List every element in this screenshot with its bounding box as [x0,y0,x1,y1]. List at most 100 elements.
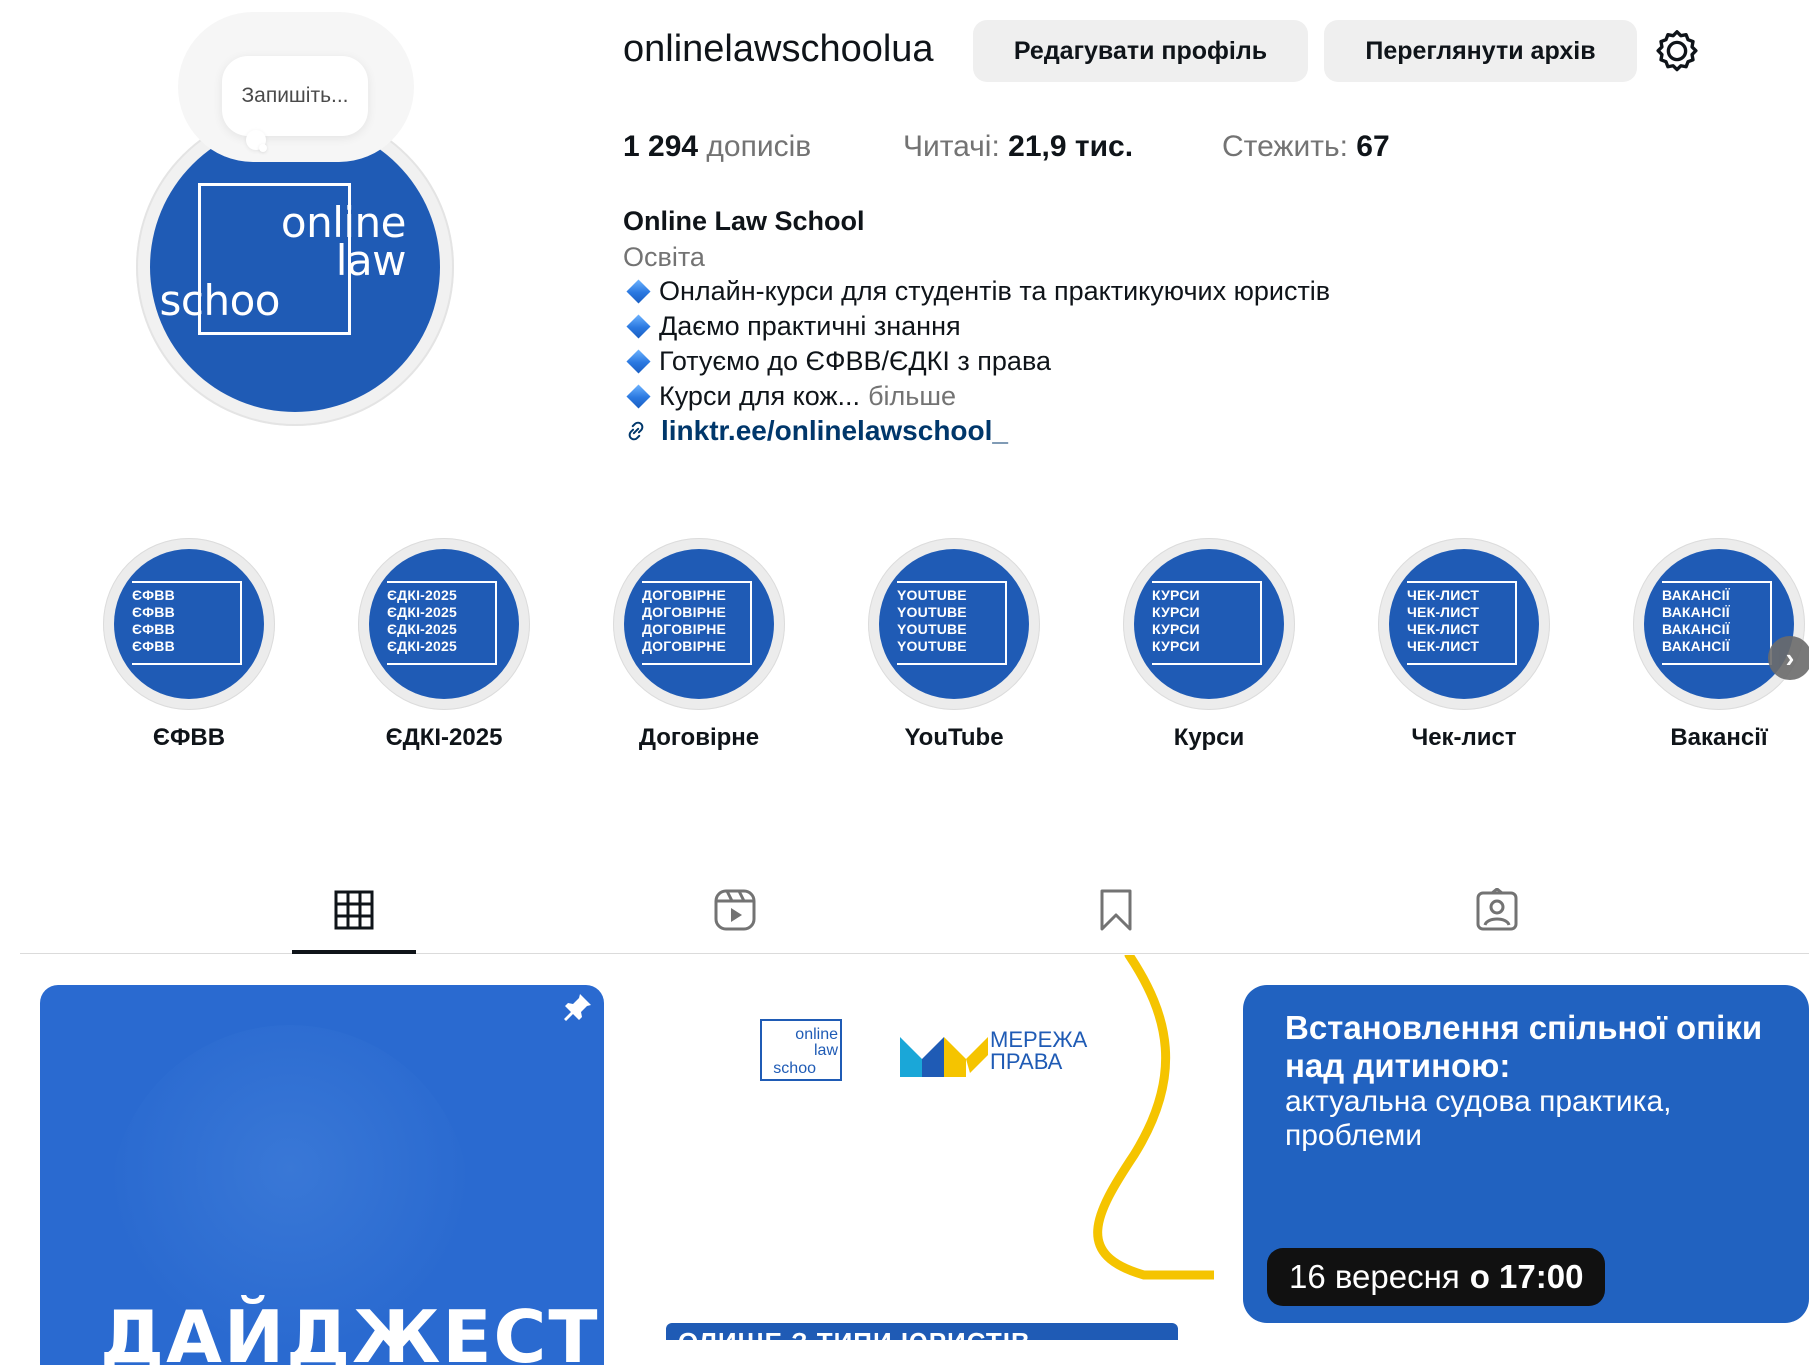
partner-name-line: ПРАВА [990,1049,1063,1074]
chevron-right-icon: › [1785,642,1795,673]
avatar[interactable]: online law schoo [150,122,440,412]
highlight-kursy[interactable]: КУРСИ КУРСИ КУРСИ КУРСИ Курси [1119,538,1299,752]
bio-line: Онлайн-курси для студентів та практикуюч… [623,276,1330,307]
avatar-logo-word: law [335,236,407,285]
view-archive-button[interactable]: Переглянути архів [1324,20,1637,82]
post-subtitle: актуальна судова практика, проблеми [1285,1085,1672,1152]
cover-line: ДОГОВІРНЕ [642,587,727,603]
following-label: Стежить: [1222,130,1348,163]
cover-line: ДОГОВІРНЕ [642,638,727,654]
highlight-ring: ЄДКІ-2025 ЄДКІ-2025 ЄДКІ-2025 ЄДКІ-2025 [358,538,530,710]
cover-line: КУРСИ [1152,587,1200,603]
note-placeholder: Запишіть... [241,84,349,107]
highlight-checklist[interactable]: ЧЕК-ЛИСТ ЧЕК-ЛИСТ ЧЕК-ЛИСТ ЧЕК-ЛИСТ Чек-лис… [1374,538,1554,752]
highlight-efvv[interactable]: ЄФВВ ЄФВВ ЄФВВ ЄФВВ ЄФВВ [99,538,279,752]
blue-diamond-icon [626,314,651,339]
highlight-ring: ЧЕК-ЛИСТ ЧЕК-ЛИСТ ЧЕК-ЛИСТ ЧЕК-ЛИСТ [1378,538,1550,710]
highlight-cover-text: ЄДКІ-2025 ЄДКІ-2025 ЄДКІ-2025 ЄДКІ-2025 [387,587,457,655]
post-caption-bar: ОЛИШЕ З ТИПИ ЮРИСТІВ [666,1323,1178,1340]
highlight-label: Вакансії [1670,724,1768,751]
reels-icon[interactable] [713,888,757,932]
highlight-ring: ЄФВВ ЄФВВ ЄФВВ ЄФВВ [103,538,275,710]
highlight-cover-text: ВАКАНСІЇ ВАКАНСІЇ ВАКАНСІЇ ВАКАНСІЇ [1662,587,1730,655]
online-law-school-logo: online law schoo [760,1019,842,1081]
cover-line: ВАКАНСІЇ [1662,621,1730,637]
logo-word: law [813,1042,838,1059]
highlight-cover-text: ДОГОВІРНЕ ДОГОВІРНЕ ДОГОВІРНЕ ДОГОВІРНЕ [642,587,726,655]
highlights-next-button[interactable]: › [1768,636,1809,680]
highlight-cover: ЄФВВ ЄФВВ ЄФВВ ЄФВВ [114,549,264,699]
highlight-label: Курси [1173,724,1245,751]
highlight-cover: ДОГОВІРНЕ ДОГОВІРНЕ ДОГОВІРНЕ ДОГОВІРНЕ [624,549,774,699]
grid-icon[interactable] [332,888,376,932]
event-time: о 17:00 [1469,1258,1584,1295]
cover-line: ДОГОВІРНЕ [642,604,727,620]
note-bubble-tail [259,144,267,152]
yellow-curve-decoration [1093,955,1214,1280]
stat-followers[interactable]: Читачі: 21,9 тис. [903,130,1133,164]
cover-line: ЄДКІ-2025 [387,621,457,637]
cover-line: ЧЕК-ЛИСТ [1407,604,1480,620]
event-date: 16 вересня [1289,1258,1460,1295]
stat-following[interactable]: Стежить: 67 [1222,130,1390,164]
highlight-youtube[interactable]: YOUTUBE YOUTUBE YOUTUBE YOUTUBE YouTube [864,538,1044,752]
post-tile-webinar[interactable]: Встановлення спільної опіки над дитиною:… [1243,985,1809,1323]
cover-line: ЄФВВ [132,587,175,603]
edit-profile-button[interactable]: Редагувати профіль [973,20,1308,82]
following-count: 67 [1356,130,1390,163]
followers-count: 21,9 тис. [1008,130,1134,163]
cover-line: КУРСИ [1152,621,1200,637]
bio-line-text: Онлайн-курси для студентів та практикуюч… [659,276,1331,306]
cover-line: ЄФВВ [132,638,175,654]
highlight-label: ЄФВВ [152,724,226,751]
highlight-edki[interactable]: ЄДКІ-2025 ЄДКІ-2025 ЄДКІ-2025 ЄДКІ-2025 ЄДК… [354,538,534,752]
highlight-dogovirne[interactable]: ДОГОВІРНЕ ДОГОВІРНЕ ДОГОВІРНЕ ДОГОВІРНЕ Дог… [609,538,789,752]
note-bubble[interactable]: Запишіть... [222,56,368,136]
tab-active-indicator [292,950,416,954]
event-date-badge: 16 вересня о 17:00 [1267,1248,1606,1306]
bio-name: Online Law School [623,206,865,236]
cover-line: YOUTUBE [897,621,967,637]
cover-line: ДОГОВІРНЕ [642,621,727,637]
merezha-prava-logo [900,1037,988,1077]
pin-icon [564,994,591,1021]
bio-line: Готуємо до ЄФВВ/ЄДКІ з права [623,346,1051,377]
followers-label: Читачі: [903,130,1000,163]
highlight-cover-text: ЧЕК-ЛИСТ ЧЕК-ЛИСТ ЧЕК-ЛИСТ ЧЕК-ЛИСТ [1407,587,1479,655]
cover-line: ЧЕК-ЛИСТ [1407,587,1480,603]
bio-line: Курси для кож... більше [623,381,956,412]
bio-line-text: Готуємо до ЄФВВ/ЄДКІ з права [659,346,1052,376]
highlight-cover: КУРСИ КУРСИ КУРСИ КУРСИ [1134,549,1284,699]
bio-line-text: Даємо практичні знання [659,311,961,341]
cover-line: ВАКАНСІЇ [1662,604,1730,620]
cover-line: ЄДКІ-2025 [387,587,457,603]
highlight-ring: YOUTUBE YOUTUBE YOUTUBE YOUTUBE [868,538,1040,710]
profile-username: onlinelawschoolua [623,28,934,70]
highlight-cover: YOUTUBE YOUTUBE YOUTUBE YOUTUBE [879,549,1029,699]
bio-more-link[interactable]: більше [868,381,956,412]
bookmark-icon[interactable] [1094,888,1138,932]
highlight-ring: ДОГОВІРНЕ ДОГОВІРНЕ ДОГОВІРНЕ ДОГОВІРНЕ [613,538,785,710]
tagged-icon[interactable] [1475,888,1519,932]
partner-name: МЕРЕЖА ПРАВА [990,1029,1087,1073]
link-icon [628,421,644,441]
post-title: ДАЙДЖЕСТ [100,1295,600,1365]
cover-line: YOUTUBE [897,587,967,603]
highlight-cover: ЧЕК-ЛИСТ ЧЕК-ЛИСТ ЧЕК-ЛИСТ ЧЕК-ЛИСТ [1389,549,1539,699]
posts-count: 1 294 [623,130,699,163]
cover-line: YOUTUBE [897,604,967,620]
highlight-cover: ЄДКІ-2025 ЄДКІ-2025 ЄДКІ-2025 ЄДКІ-2025 [369,549,519,699]
posts-label: дописів [706,130,812,163]
post-tile-partner[interactable]: online law schoo МЕРЕЖА ПРАВА ОЛИШЕ З ТИ… [624,955,1214,1340]
post-tile-digest[interactable]: ДАЙДЖЕСТ [40,985,604,1365]
highlight-label: Договірне [638,724,760,751]
highlight-label: ЄДКІ-2025 [385,724,503,751]
bio-link[interactable]: linktr.ee/onlinelawschool_ [623,415,1008,447]
cover-line: ЄДКІ-2025 [387,604,457,620]
stat-posts: 1 294 дописів [623,130,811,164]
logo-word: schoo [773,1060,816,1077]
highlight-label: Чек-лист [1411,724,1517,751]
gear-icon[interactable] [1654,28,1700,74]
cover-line: ЄДКІ-2025 [387,638,457,654]
highlight-ring: КУРСИ КУРСИ КУРСИ КУРСИ [1123,538,1295,710]
